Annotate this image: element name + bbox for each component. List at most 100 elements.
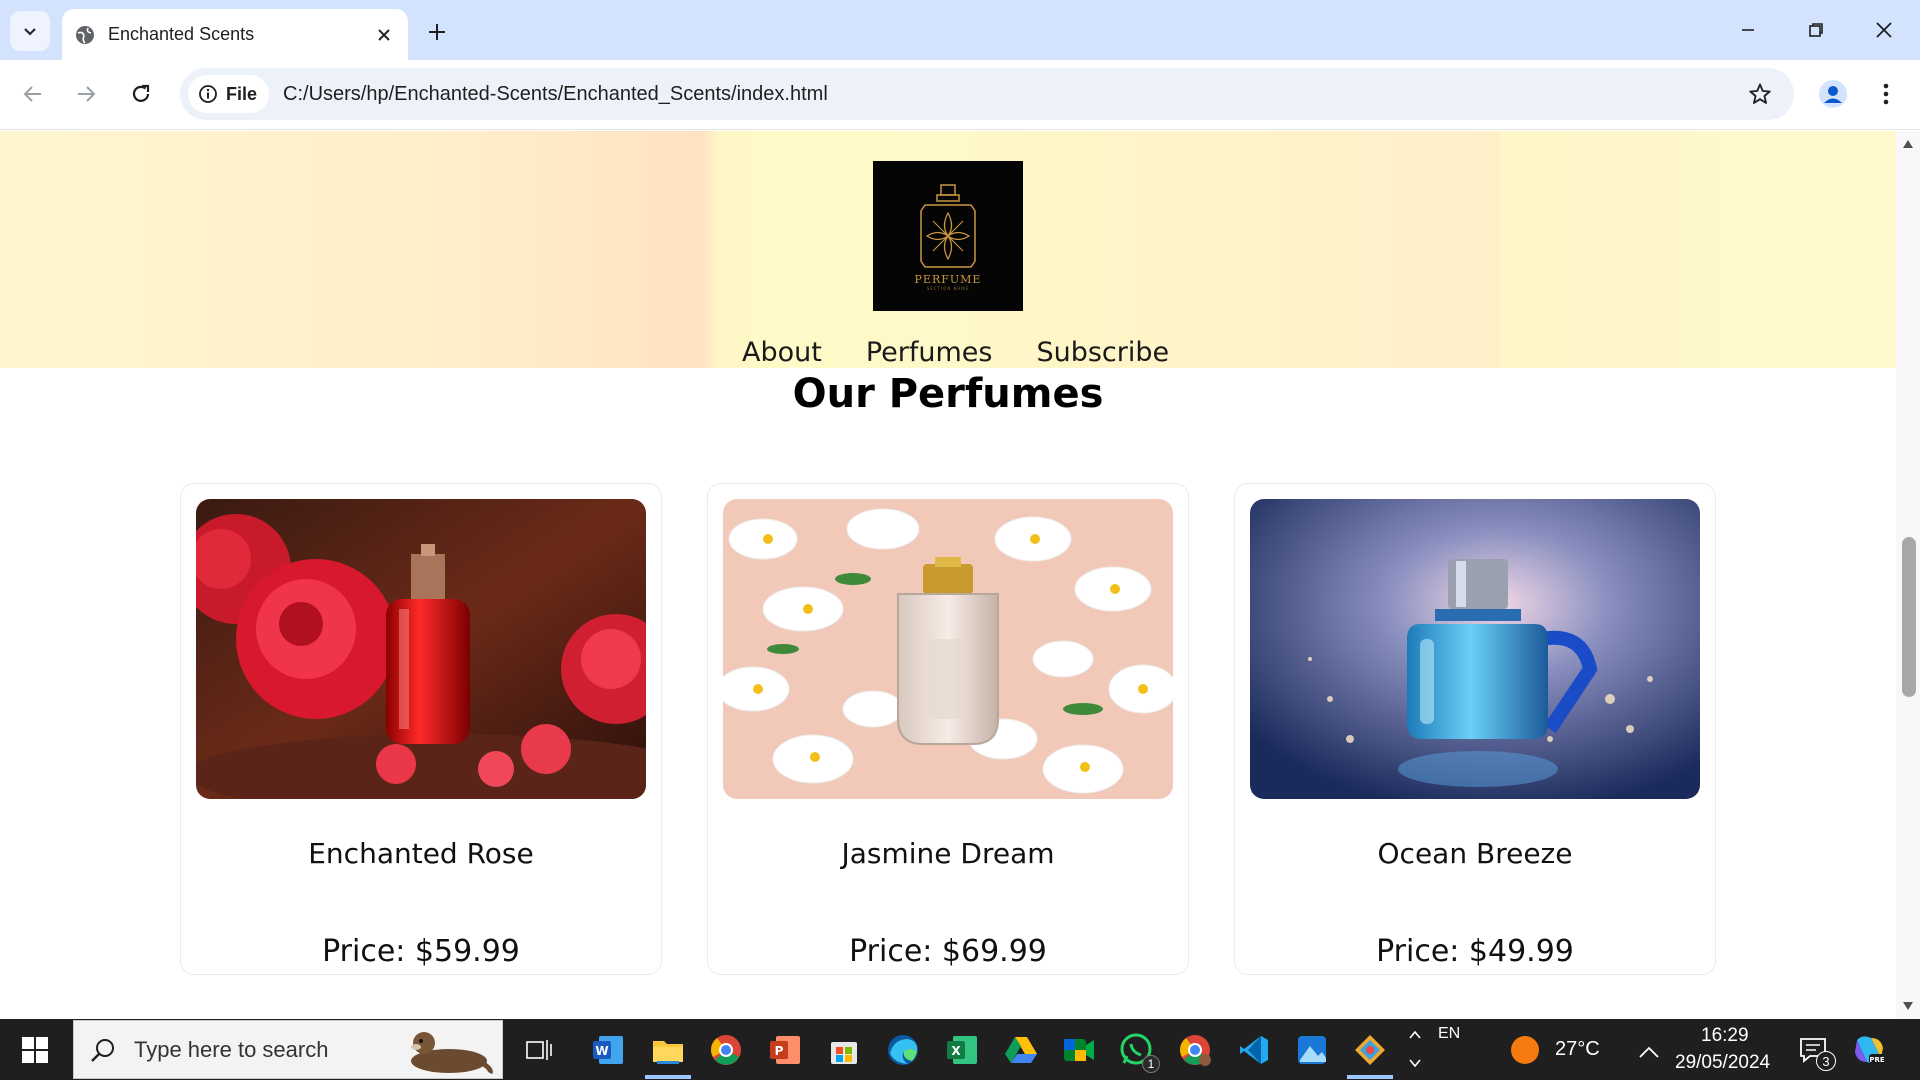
product-image-jasmine bbox=[723, 499, 1173, 799]
taskbar-photos[interactable] bbox=[1289, 1027, 1335, 1073]
more-vertical-icon bbox=[1883, 83, 1889, 105]
page-viewport: PERFUME SECTION NAME About Perfumes Subs… bbox=[0, 131, 1896, 1019]
browser-tab[interactable]: Enchanted Scents bbox=[62, 9, 408, 60]
taskbar-chrome-profile[interactable] bbox=[1172, 1027, 1218, 1073]
taskbar-git-app[interactable] bbox=[1347, 1027, 1393, 1073]
svg-text:X: X bbox=[951, 1044, 961, 1058]
perfume-bottle-logo-icon bbox=[920, 184, 976, 268]
reload-button[interactable] bbox=[121, 74, 161, 114]
product-image-rose bbox=[196, 499, 646, 799]
site-logo[interactable]: PERFUME SECTION NAME bbox=[873, 161, 1023, 311]
git-icon bbox=[1355, 1035, 1385, 1065]
restore-button[interactable] bbox=[1794, 12, 1838, 48]
nav-link-about[interactable]: About bbox=[742, 337, 822, 368]
google-drive-icon bbox=[1005, 1037, 1037, 1063]
chrome-icon bbox=[711, 1035, 741, 1065]
show-hidden-icons-button[interactable] bbox=[1626, 1029, 1672, 1075]
svg-text:PRE: PRE bbox=[1869, 1056, 1885, 1064]
product-price: Price: $69.99 bbox=[849, 934, 1047, 969]
taskbar-excel[interactable]: X bbox=[939, 1027, 985, 1073]
profile-button[interactable] bbox=[1813, 74, 1853, 114]
taskbar-active-indicator bbox=[1347, 1075, 1393, 1079]
copilot-icon: PRE bbox=[1855, 1036, 1885, 1064]
tab-bar: Enchanted Scents bbox=[0, 0, 1920, 60]
close-icon bbox=[1876, 22, 1892, 38]
edge-icon bbox=[888, 1035, 918, 1065]
scroll-thumb[interactable] bbox=[1902, 537, 1916, 697]
browser-menu-button[interactable] bbox=[1866, 74, 1906, 114]
browser-toolbar: File C:/Users/hp/Enchanted-Scents/Enchan… bbox=[0, 60, 1920, 130]
powerpoint-icon: P bbox=[770, 1036, 800, 1064]
windows-taskbar: Type here to search W P X 1 EN 27°C 16:2… bbox=[0, 1019, 1920, 1080]
triangle-up-icon bbox=[1903, 140, 1913, 148]
clock-date[interactable]: 29/05/2024 bbox=[1675, 1052, 1770, 1074]
globe-icon bbox=[76, 25, 94, 44]
start-button[interactable] bbox=[12, 1031, 58, 1069]
taskbar-store[interactable] bbox=[821, 1027, 867, 1073]
minimize-button[interactable] bbox=[1726, 12, 1770, 48]
address-bar[interactable]: File C:/Users/hp/Enchanted-Scents/Enchan… bbox=[180, 68, 1794, 120]
taskbar-search-box[interactable]: Type here to search bbox=[73, 1020, 503, 1079]
product-card[interactable]: Ocean Breeze Price: $49.99 bbox=[1234, 483, 1716, 975]
product-image-ocean bbox=[1250, 499, 1700, 799]
svg-text:W: W bbox=[595, 1044, 608, 1058]
nav-link-subscribe[interactable]: Subscribe bbox=[1036, 337, 1169, 368]
taskbar-google-drive[interactable] bbox=[998, 1027, 1044, 1073]
taskbar-whatsapp[interactable]: 1 bbox=[1114, 1027, 1160, 1073]
taskbar-search-placeholder: Type here to search bbox=[134, 1036, 329, 1062]
star-icon bbox=[1749, 83, 1771, 104]
forward-button[interactable] bbox=[66, 74, 106, 114]
task-view-button[interactable] bbox=[516, 1027, 562, 1073]
section-title: Our Perfumes bbox=[792, 371, 1104, 417]
copilot-button[interactable]: PRE bbox=[1846, 1027, 1892, 1073]
vscode-icon bbox=[1240, 1036, 1268, 1064]
taskbar-word[interactable]: W bbox=[585, 1027, 631, 1073]
tab-search-button[interactable] bbox=[10, 11, 50, 51]
page-scrollbar[interactable] bbox=[1896, 131, 1920, 1019]
new-tab-button[interactable] bbox=[420, 15, 454, 49]
taskbar-meet[interactable] bbox=[1056, 1027, 1102, 1073]
otter-illustration-icon bbox=[411, 1031, 493, 1074]
notifications-button[interactable]: 3 bbox=[1790, 1027, 1836, 1073]
weather-sun-icon bbox=[1511, 1036, 1539, 1064]
site-nav: About Perfumes Subscribe bbox=[742, 337, 1169, 368]
nav-link-perfumes[interactable]: Perfumes bbox=[866, 337, 993, 368]
tray-scroll-buttons[interactable] bbox=[1403, 1023, 1427, 1075]
taskbar-vscode[interactable] bbox=[1231, 1027, 1277, 1073]
avatar-icon bbox=[1819, 80, 1847, 108]
store-icon bbox=[831, 1042, 857, 1064]
site-info-label: File bbox=[226, 83, 258, 104]
excel-icon: X bbox=[947, 1036, 977, 1064]
site-info-chip[interactable]: File bbox=[188, 75, 270, 113]
chevron-down-icon bbox=[24, 28, 36, 36]
product-card[interactable]: Enchanted Rose Price: $59.99 bbox=[180, 483, 662, 975]
weather-temperature[interactable]: 27°C bbox=[1555, 1038, 1600, 1061]
bookmark-button[interactable] bbox=[1740, 74, 1780, 114]
scroll-down-button[interactable] bbox=[1900, 999, 1916, 1013]
chevron-down-icon bbox=[1409, 1059, 1421, 1068]
triangle-down-icon bbox=[1903, 1002, 1913, 1010]
task-view-icon bbox=[526, 1040, 552, 1060]
product-name: Enchanted Rose bbox=[308, 837, 534, 870]
product-price: Price: $59.99 bbox=[322, 934, 520, 969]
taskbar-powerpoint[interactable]: P bbox=[762, 1027, 808, 1073]
meet-icon bbox=[1064, 1039, 1094, 1061]
tab-title: Enchanted Scents bbox=[108, 24, 255, 44]
folder-icon bbox=[653, 1041, 683, 1064]
back-button[interactable] bbox=[13, 74, 53, 114]
taskbar-chrome[interactable] bbox=[703, 1027, 749, 1073]
taskbar-file-explorer[interactable] bbox=[645, 1027, 691, 1073]
photos-icon bbox=[1298, 1036, 1326, 1064]
language-indicator[interactable]: EN bbox=[1438, 1025, 1460, 1043]
product-card[interactable]: Jasmine Dream Price: $69.99 bbox=[707, 483, 1189, 975]
taskbar-edge[interactable] bbox=[880, 1027, 926, 1073]
url-text[interactable]: C:/Users/hp/Enchanted-Scents/Enchanted_S… bbox=[283, 83, 1740, 106]
clock-time[interactable]: 16:29 bbox=[1701, 1025, 1749, 1047]
window-close-button[interactable] bbox=[1862, 12, 1906, 48]
tab-close-button[interactable] bbox=[370, 21, 398, 49]
header-center-panel bbox=[750, 131, 1500, 368]
whatsapp-badge-count: 1 bbox=[1147, 1057, 1155, 1071]
reload-icon bbox=[132, 84, 150, 102]
scroll-up-button[interactable] bbox=[1900, 137, 1916, 151]
close-icon bbox=[378, 28, 390, 41]
